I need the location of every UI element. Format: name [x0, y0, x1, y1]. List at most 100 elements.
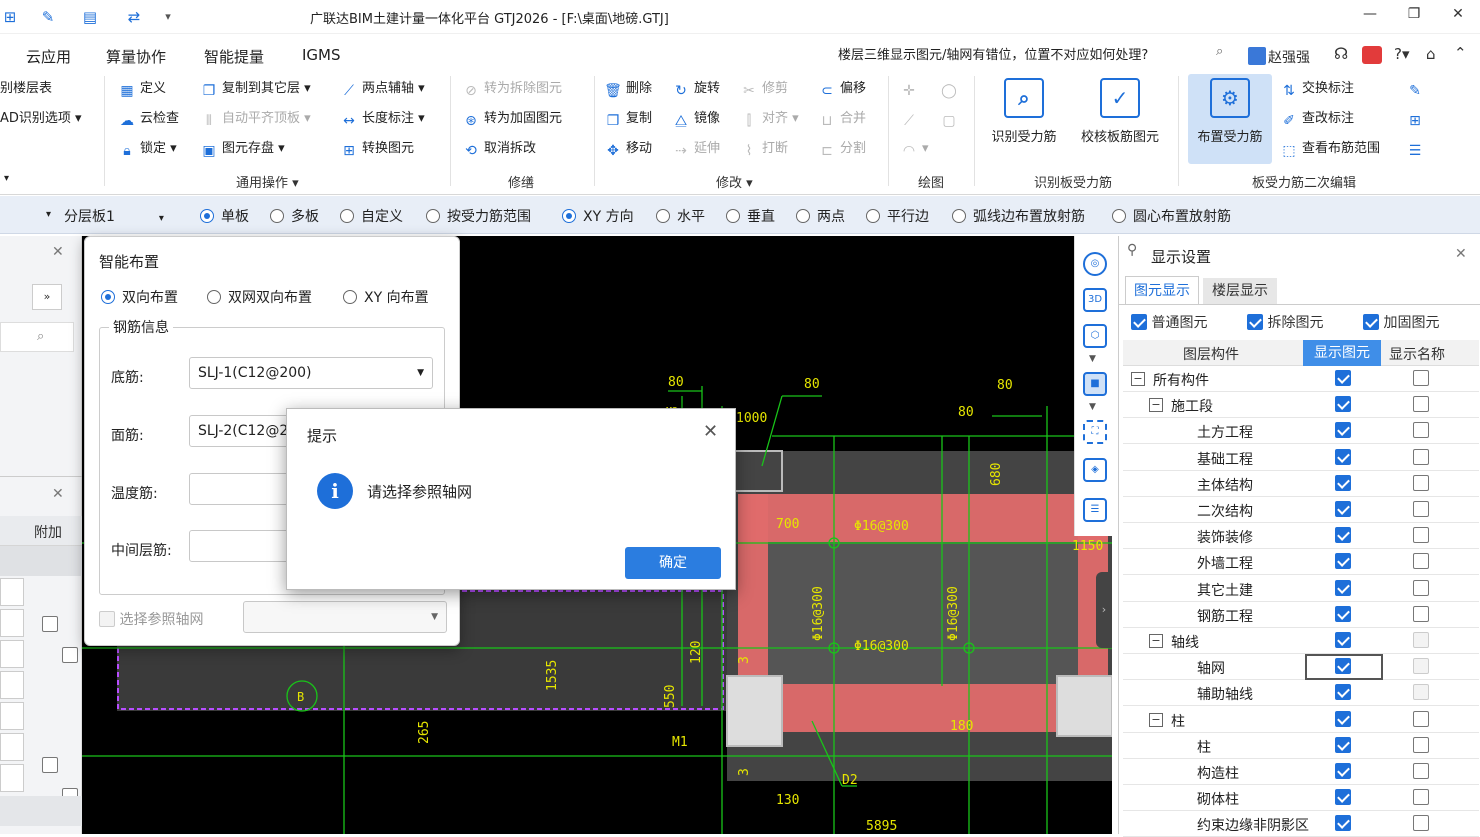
normal-element-checkbox[interactable]: 普通图元	[1131, 312, 1207, 332]
auto-align-roof-button[interactable]: ⫴ 自动平齐顶板 ▾	[200, 108, 311, 130]
show-element-checkbox[interactable]	[1335, 605, 1351, 623]
sync-icon[interactable]: ⇄	[124, 7, 144, 27]
edit-label-button[interactable]: ✐ 查改标注	[1280, 108, 1354, 130]
swap-label-button[interactable]: ⇅ 交换标注	[1280, 78, 1354, 100]
minimize-button[interactable]: —	[1358, 6, 1382, 26]
tree-row[interactable]: − 施工段	[1123, 392, 1479, 419]
show-element-checkbox[interactable]	[1335, 763, 1351, 780]
close-icon[interactable]: ✕	[1455, 246, 1467, 262]
tree-row[interactable]: 主体结构	[1123, 471, 1479, 497]
extra-edit-button-3[interactable]: ☰	[1406, 138, 1428, 160]
save-icon[interactable]: ▤	[80, 7, 100, 27]
trim-button[interactable]: ✂ 修剪	[740, 78, 788, 100]
save-elements-button[interactable]: ▣ 图元存盘 ▾	[200, 138, 284, 160]
search-icon[interactable]: ⌕	[1216, 44, 1223, 59]
draw-rect-button[interactable]: ▢	[940, 108, 962, 130]
show-name-checkbox[interactable]	[1413, 632, 1429, 649]
tree-row[interactable]: 二次结构	[1123, 497, 1479, 523]
length-dim-button[interactable]: ↔ 长度标注 ▾	[340, 108, 425, 130]
tree-row[interactable]: 基础工程	[1123, 445, 1479, 471]
tree-row[interactable]: − 所有构件	[1123, 366, 1479, 392]
show-element-checkbox[interactable]	[1335, 789, 1351, 806]
draw-arc-button[interactable]: ◠ ▾	[900, 138, 929, 160]
app-grid-icon[interactable]: ⊞	[0, 7, 20, 27]
ok-button[interactable]: 确定	[625, 547, 721, 579]
demolish-element-checkbox[interactable]: 拆除图元	[1247, 312, 1323, 332]
tree-row[interactable]: 其它土建	[1123, 576, 1479, 602]
menu-collaboration[interactable]: 算量协作	[106, 46, 166, 67]
split-button[interactable]: ⊏ 分割	[818, 138, 866, 160]
convert-element-button[interactable]: ⊞ 转换图元	[340, 138, 414, 160]
close-button[interactable]: ✕	[1446, 6, 1470, 26]
offset-button[interactable]: ⊂ 偏移	[818, 78, 866, 100]
rotate-button[interactable]: ↻ 旋转	[672, 78, 720, 100]
identify-rebar-button[interactable]: ⌕ 识别受力筋	[982, 74, 1066, 164]
show-name-checkbox[interactable]	[1413, 763, 1429, 780]
chevron-down-icon[interactable]: ▾	[4, 168, 9, 190]
show-element-checkbox[interactable]	[1335, 632, 1351, 649]
col-header-name[interactable]: 显示名称	[1389, 344, 1445, 364]
table-cell[interactable]	[0, 609, 24, 637]
tab-floor-display[interactable]: 楼层显示	[1203, 278, 1277, 304]
show-name-checkbox[interactable]	[1413, 815, 1429, 832]
extra-edit-button-1[interactable]: ✎	[1406, 78, 1428, 100]
show-element-checkbox[interactable]	[1335, 501, 1351, 518]
customize-dropdown-icon[interactable]: ▾	[158, 7, 178, 27]
show-element-checkbox[interactable]	[1335, 474, 1351, 492]
fit-view-icon[interactable]: ⛶	[1083, 420, 1107, 444]
tree-row[interactable]: 装饰装修	[1123, 523, 1479, 550]
move-button[interactable]: ✥ 移动	[604, 138, 652, 160]
attach-checkbox[interactable]	[62, 647, 79, 663]
scope-single-radio[interactable]: 单板	[200, 206, 249, 226]
tree-row[interactable]: 土方工程	[1123, 418, 1479, 445]
define-button[interactable]: ▦ 定义	[118, 78, 166, 100]
draw-line-button[interactable]: ⟋	[900, 108, 922, 130]
restore-button[interactable]: ❐	[1402, 6, 1426, 26]
mirror-button[interactable]: ⧋ 镜像	[672, 108, 720, 130]
tree-row[interactable]: 轴网	[1123, 654, 1479, 681]
tree-row[interactable]: 约束边缘非阴影区	[1123, 811, 1479, 837]
collapse-icon[interactable]: −	[1149, 634, 1163, 648]
scope-range-radio[interactable]: 按受力筋范围	[426, 206, 531, 226]
group-label-modify[interactable]: 修改 ▾	[716, 172, 753, 191]
attach-checkbox[interactable]	[42, 616, 58, 632]
layer-select[interactable]: 分层板1 ▾	[64, 206, 164, 226]
col-header-show[interactable]: 显示图元	[1303, 340, 1381, 366]
show-element-checkbox[interactable]	[1335, 527, 1351, 544]
search-input[interactable]: ⌕	[0, 322, 74, 352]
tree-row[interactable]: 外墙工程	[1123, 549, 1479, 576]
collapse-ribbon-icon[interactable]: ⌃	[1454, 44, 1467, 62]
dir-center-radial-radio[interactable]: 圆心布置放射筋	[1112, 206, 1231, 226]
delete-button[interactable]: 🗑︎ 删除	[604, 78, 652, 100]
place-rebar-button[interactable]: ⚙ 布置受力筋	[1188, 74, 1272, 164]
lock-button[interactable]: 🔒︎ 锁定 ▾	[118, 138, 176, 160]
ref-axis-select[interactable]: ▼	[243, 601, 447, 633]
headset-icon[interactable]: ☊	[1334, 44, 1348, 63]
edit-icon[interactable]: ✎	[38, 7, 58, 27]
show-element-checkbox[interactable]	[1335, 710, 1351, 728]
show-name-checkbox[interactable]	[1413, 684, 1429, 701]
cube-view-icon[interactable]: ⬡	[1083, 324, 1107, 348]
close-icon[interactable]: ✕	[52, 486, 64, 502]
table-cell[interactable]	[0, 671, 24, 699]
bottom-rebar-select[interactable]: SLJ-1(C12@200) ▼	[189, 357, 433, 389]
expand-panel-handle[interactable]: ›	[1096, 572, 1112, 648]
help-search-input[interactable]: 楼层三维显示图元/轴网有错位，位置不对应如何处理? ⌕	[838, 44, 1238, 68]
help-icon[interactable]: ?▾	[1394, 45, 1410, 63]
show-name-checkbox[interactable]	[1413, 422, 1429, 439]
cloud-check-button[interactable]: ☁ 云检查	[118, 108, 179, 130]
show-element-checkbox[interactable]	[1335, 553, 1351, 570]
show-name-checkbox[interactable]	[1413, 579, 1429, 597]
collapse-icon[interactable]: −	[1131, 372, 1145, 386]
draw-circle-button[interactable]: ◯	[940, 78, 962, 100]
tab-element-display[interactable]: 图元显示	[1125, 276, 1199, 304]
show-element-checkbox[interactable]	[1335, 736, 1351, 754]
tree-row[interactable]: 砌体柱	[1123, 785, 1479, 812]
show-name-checkbox[interactable]	[1413, 736, 1429, 754]
show-element-checkbox[interactable]	[1335, 815, 1351, 832]
show-element-checkbox[interactable]	[1335, 370, 1351, 387]
dir-xy-radio[interactable]: XY 方向	[562, 206, 634, 226]
tree-row[interactable]: − 轴线	[1123, 628, 1479, 654]
table-cell[interactable]	[0, 764, 24, 792]
show-name-checkbox[interactable]	[1413, 553, 1429, 570]
